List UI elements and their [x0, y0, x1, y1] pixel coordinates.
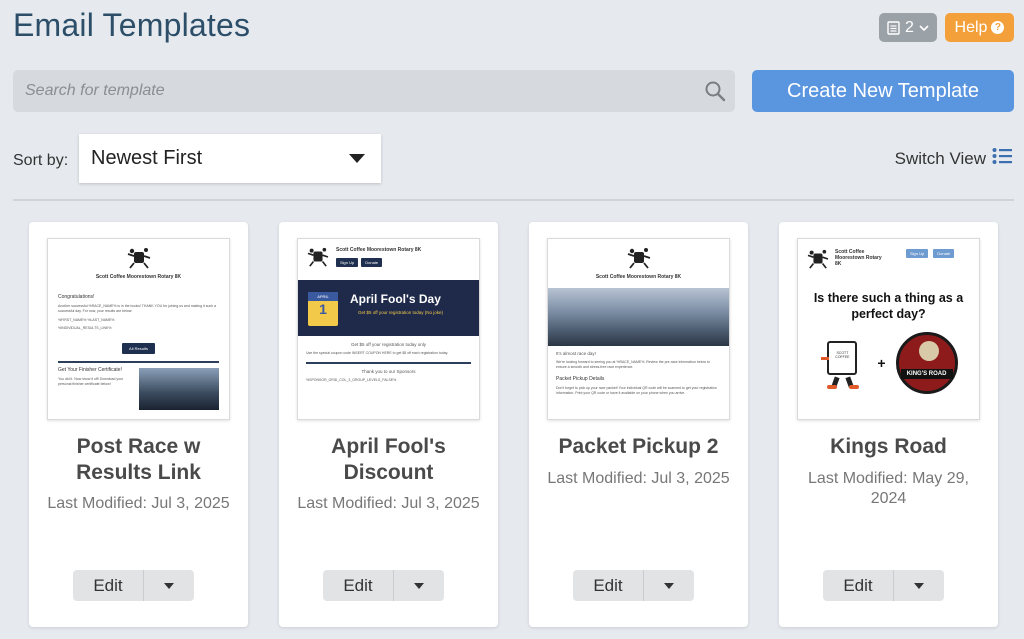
- thumb-finisher-title: Get Your Finisher Certificate!: [58, 367, 122, 373]
- mug-label: SCOTT COFFEE: [827, 341, 858, 375]
- king-face: [918, 341, 939, 361]
- thumb-brand: Scott Coffee Moorestown Rotary 8K: [336, 247, 422, 253]
- kings-road-logo: KING'S ROAD: [895, 332, 958, 394]
- runners-photo: [139, 368, 219, 410]
- create-new-template-button[interactable]: Create New Template: [752, 70, 1014, 112]
- thumb-sponsors: Thank you to our Sponsors: [361, 369, 416, 374]
- sort-label: Sort by:: [13, 152, 69, 169]
- runner-mug-logo: [548, 239, 729, 274]
- calendar-day: 1: [319, 301, 327, 317]
- thumb-finisher-body: You did it. Now show it off! Download yo…: [58, 377, 124, 386]
- more-options-button[interactable]: [144, 570, 194, 601]
- thumb-sign-up-button: Sign Up: [336, 258, 359, 267]
- card-last-modified: Last Modified: May 29, 2024: [808, 470, 969, 507]
- header-actions: 2 Help ?: [879, 13, 1014, 42]
- caret-down-icon: [664, 582, 674, 589]
- card-actions: Edit: [573, 570, 694, 601]
- mascot-shoe: [849, 385, 860, 389]
- card-actions: Edit: [823, 570, 944, 601]
- page-title: Email Templates: [13, 7, 251, 43]
- thumb-sponsor-tokens: %SPONSOR_GRID_COL_3_GROUP_LEVELS_FALSE%: [306, 378, 397, 382]
- question-icon: ?: [991, 21, 1005, 34]
- race-crowd-photo: [548, 288, 729, 346]
- runner-mug-logo: [48, 239, 229, 274]
- thumb-congrats: Congratulations!: [58, 294, 95, 300]
- edit-button[interactable]: Edit: [573, 570, 644, 601]
- template-thumbnail[interactable]: Scott Coffee Moorestown Rotary 8K Sign U…: [797, 238, 980, 420]
- coffee-mug-mascot: SCOTT COFFEE: [819, 337, 867, 389]
- more-options-button[interactable]: [394, 570, 444, 601]
- thumb-packet-title: Packet Pickup Details: [556, 376, 605, 382]
- card-title: April Fool's Discount: [331, 435, 446, 484]
- card-last-modified: Last Modified: Jul 3, 2025: [297, 495, 480, 512]
- search-icon[interactable]: [695, 80, 735, 102]
- search-input[interactable]: [25, 82, 695, 100]
- thumb-sign-up-button: Sign Up: [906, 249, 929, 258]
- runner-mug-logo: [306, 247, 330, 272]
- thumb-donate-button: Donate: [933, 249, 955, 258]
- help-button[interactable]: Help ?: [945, 13, 1014, 42]
- divider: [13, 199, 1014, 201]
- thumb-rule: [306, 362, 471, 364]
- thumb-brand: Scott Coffee Moorestown Rotary 8K: [835, 249, 882, 267]
- more-options-button[interactable]: [644, 570, 694, 601]
- thumb-body: Another successful %RACE_NAME% is in the…: [58, 304, 217, 313]
- banner-title: April Fool's Day: [350, 292, 441, 306]
- thumb-headline: Is there such a thing as a perfect day?: [813, 291, 964, 321]
- thumb-plus: +: [877, 355, 886, 371]
- thumb-offer: Get $5 off your registration today only: [351, 342, 426, 347]
- thumb-results-tokens: %INDIVIDUAL_RESULTS_LINK%: [58, 326, 112, 330]
- april-fools-banner: APRIL 1 April Fool's Day Get $5 off your…: [298, 280, 479, 336]
- mascot-shoe: [827, 385, 838, 389]
- template-card[interactable]: Scott Coffee Moorestown Rotary 8K Sign U…: [279, 222, 498, 627]
- kings-road-badge-text: KING'S ROAD: [900, 369, 953, 379]
- caret-down-icon: [914, 582, 924, 589]
- thumb-body: We're looking forward to seeing you at %…: [556, 360, 710, 369]
- card-title: Packet Pickup 2: [558, 435, 719, 458]
- mascot-arm: [821, 357, 830, 360]
- thumb-brand: Scott Coffee Moorestown Rotary 8K: [595, 274, 682, 280]
- template-card[interactable]: Scott Coffee Moorestown Rotary 8K Congra…: [29, 222, 248, 627]
- banner-subtitle: Get $5 off your registration today (No j…: [358, 310, 443, 315]
- pages-dropdown-button[interactable]: 2: [879, 13, 937, 42]
- help-label: Help: [954, 18, 988, 36]
- runner-mug-logo: [806, 249, 830, 274]
- pages-count: 2: [905, 18, 914, 36]
- thumb-packet-body: Don't forget to pick up your race packet…: [556, 386, 717, 395]
- card-last-modified: Last Modified: Jul 3, 2025: [547, 470, 730, 487]
- more-options-button[interactable]: [894, 570, 944, 601]
- template-thumbnail[interactable]: Scott Coffee Moorestown Rotary 8K It's a…: [547, 238, 730, 420]
- template-card[interactable]: Scott Coffee Moorestown Rotary 8K It's a…: [529, 222, 748, 627]
- thumb-donate-button: Donate: [361, 258, 383, 267]
- thumb-rule: [58, 361, 219, 363]
- caret-down-icon: [164, 582, 174, 589]
- switch-view-label: Switch View: [894, 148, 986, 168]
- caret-down-icon: [414, 582, 424, 589]
- card-actions: Edit: [73, 570, 194, 601]
- search-bar: [13, 70, 735, 112]
- card-title: Kings Road: [830, 435, 947, 458]
- thumb-name-tokens: %FIRST_NAME% %LAST_NAME%: [58, 318, 115, 322]
- template-card[interactable]: Scott Coffee Moorestown Rotary 8K Sign U…: [779, 222, 998, 627]
- card-title: Post Race w Results Link: [76, 435, 201, 484]
- calendar-month: APRIL: [308, 292, 338, 301]
- edit-button[interactable]: Edit: [823, 570, 894, 601]
- chevron-down-icon: [919, 24, 929, 32]
- edit-button[interactable]: Edit: [323, 570, 394, 601]
- card-actions: Edit: [323, 570, 444, 601]
- sort-selected-value: Newest First: [91, 147, 203, 169]
- template-thumbnail[interactable]: Scott Coffee Moorestown Rotary 8K Sign U…: [297, 238, 480, 420]
- card-last-modified: Last Modified: Jul 3, 2025: [47, 495, 230, 512]
- thumb-race-day: It's almost race day!: [556, 351, 596, 356]
- thumb-all-results-button: All Results: [122, 343, 155, 354]
- list-view-icon: [992, 147, 1012, 170]
- caret-down-icon: [349, 154, 365, 163]
- document-icon: [887, 20, 900, 35]
- sort-select[interactable]: Newest First: [79, 134, 381, 183]
- thumb-coupon-text: Use the special coupon code INSERT COUPO…: [306, 351, 449, 355]
- edit-button[interactable]: Edit: [73, 570, 144, 601]
- template-thumbnail[interactable]: Scott Coffee Moorestown Rotary 8K Congra…: [47, 238, 230, 420]
- switch-view-button[interactable]: Switch View: [895, 147, 1012, 170]
- calendar-graphic: APRIL 1: [308, 292, 338, 326]
